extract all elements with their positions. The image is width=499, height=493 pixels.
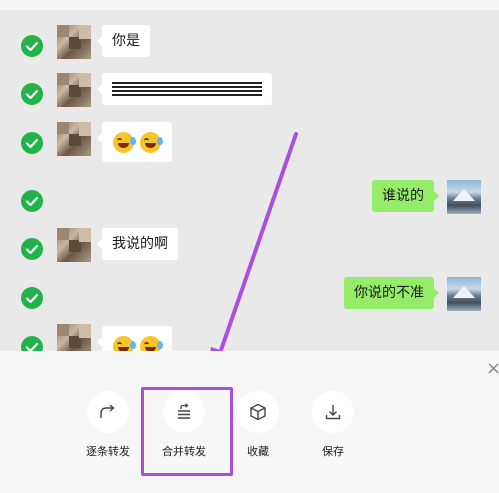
- action-label: 保存: [322, 445, 344, 458]
- chat-area: 你是 谁说的 我说的啊 你说的不准: [0, 10, 499, 351]
- forward-one-by-one-button[interactable]: 逐条转发: [68, 391, 148, 459]
- top-strip: [0, 0, 499, 10]
- cube-icon[interactable]: [237, 391, 279, 433]
- annotation-arrow: [210, 132, 298, 351]
- close-icon[interactable]: ×: [486, 360, 499, 378]
- action-panel: × 逐条转发 合并转发 收藏 保存: [0, 351, 499, 493]
- forward-icon[interactable]: [87, 391, 129, 433]
- save-button[interactable]: 保存: [293, 391, 373, 459]
- action-label: 逐条转发: [86, 445, 130, 458]
- annotation-highlight-box: [141, 387, 233, 476]
- download-icon[interactable]: [312, 391, 354, 433]
